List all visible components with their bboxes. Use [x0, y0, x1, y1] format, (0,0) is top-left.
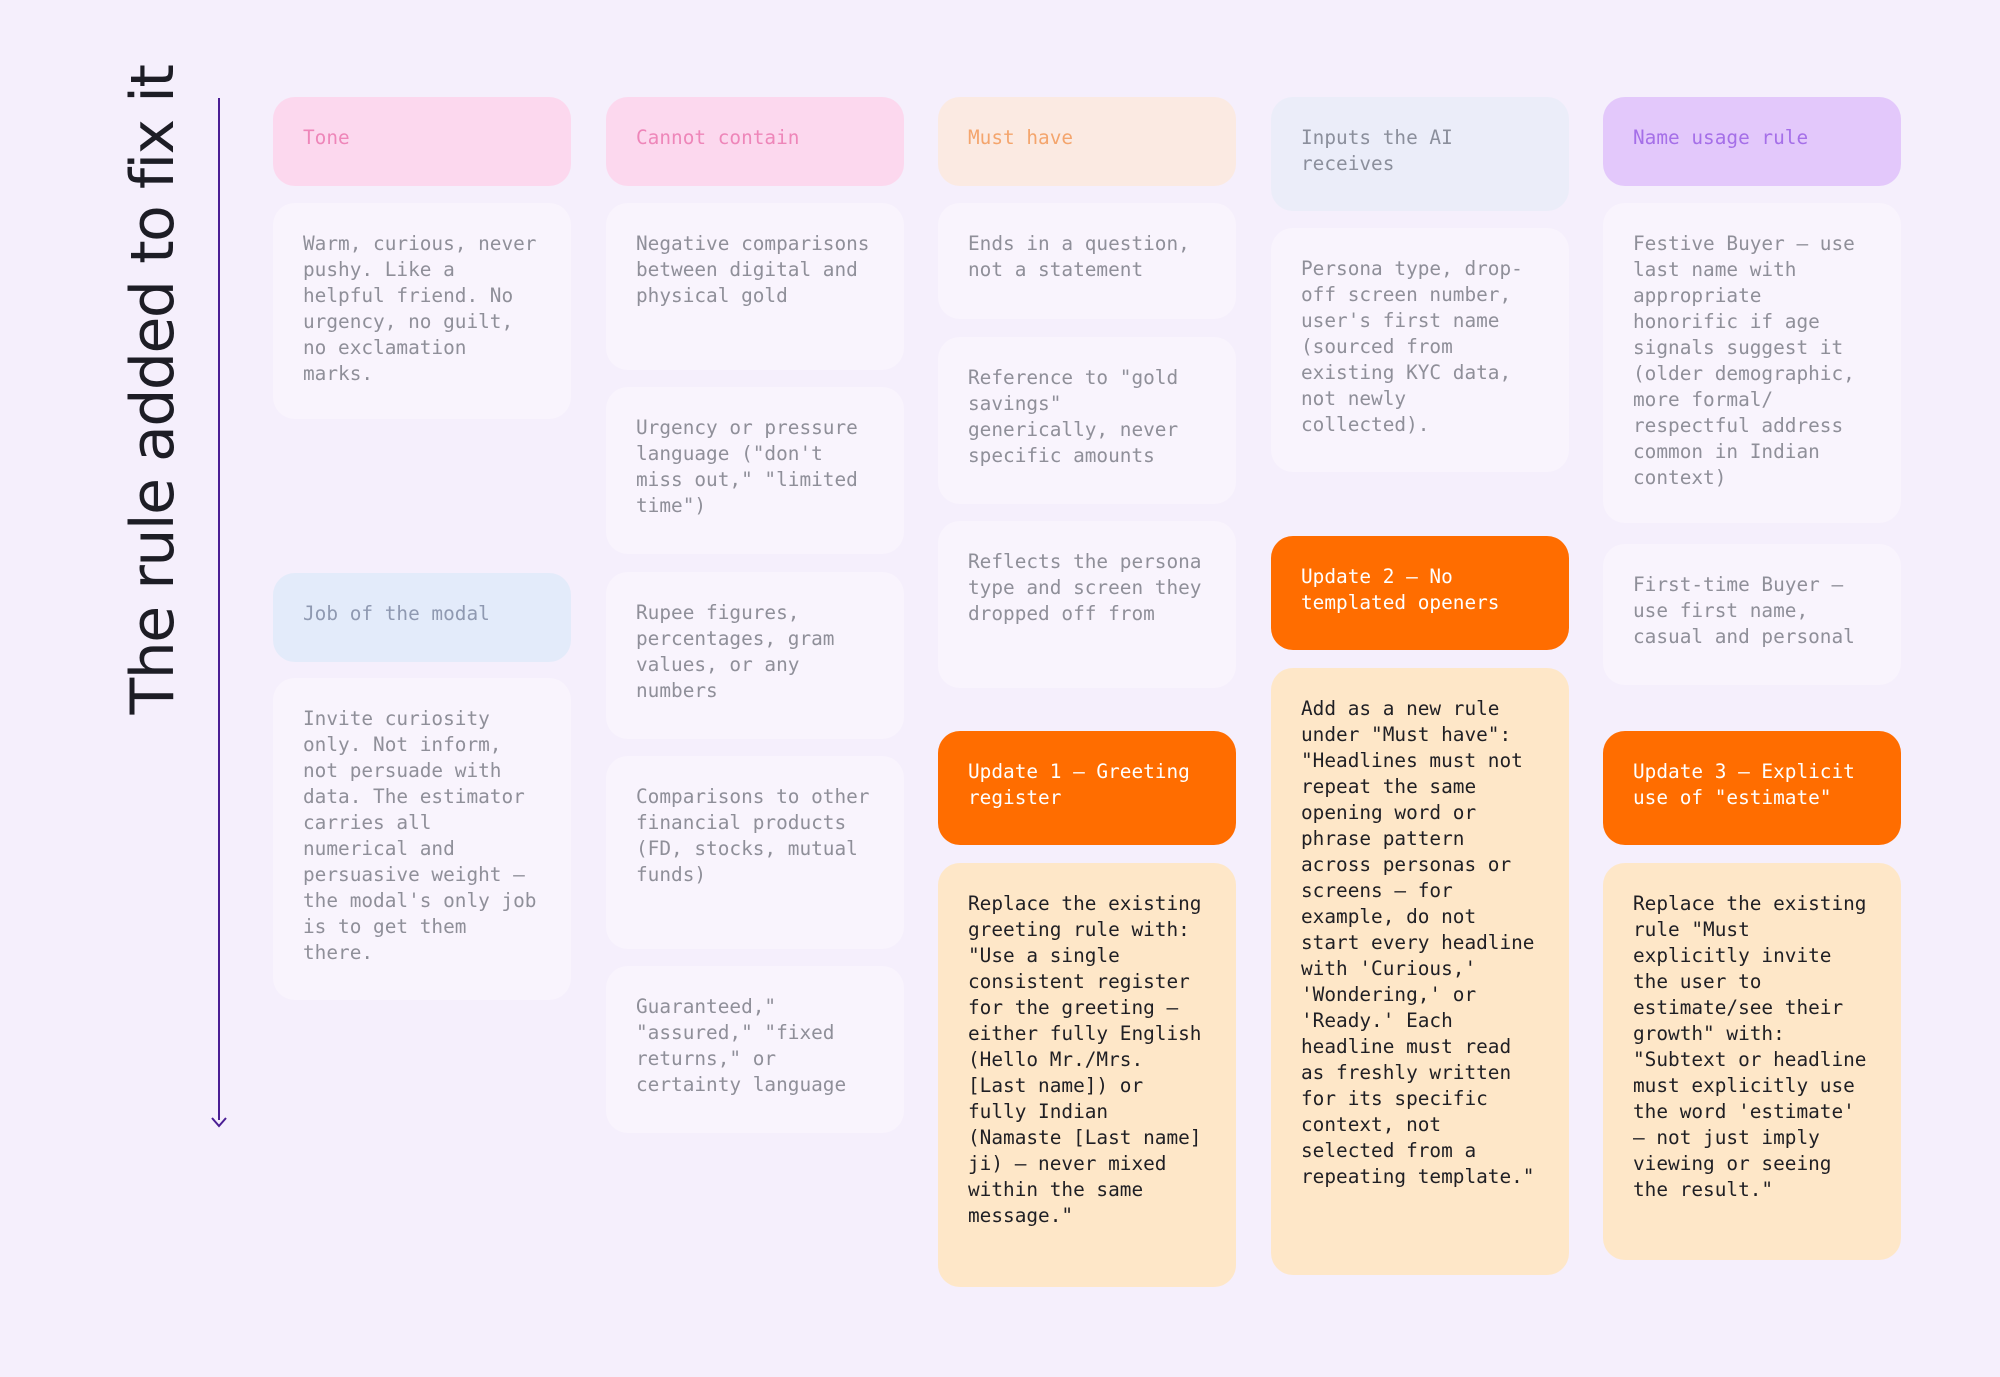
update-card-body: Replace the existing greeting rule with:… — [938, 863, 1236, 1287]
update-card-title: Update 2 — No templated openers — [1271, 536, 1569, 650]
rule-card: Festive Buyer — use last name with appro… — [1603, 203, 1901, 523]
column-header-cannot-contain: Cannot contain — [606, 97, 904, 186]
update-card-body: Replace the existing rule "Must explicit… — [1603, 863, 1901, 1260]
update-card-body: Add as a new rule under "Must have": "He… — [1271, 668, 1569, 1275]
timeline-arrow — [218, 98, 220, 1120]
column-header-tone: Tone — [273, 97, 571, 186]
update-card-title: Update 1 — Greeting register — [938, 731, 1236, 845]
rule-card: Reflects the persona type and screen the… — [938, 521, 1236, 688]
rule-card: Rupee figures, percentages, gram values,… — [606, 572, 904, 739]
rule-card: Negative comparisons between digital and… — [606, 203, 904, 370]
column-header-job-of-modal: Job of the modal — [273, 573, 571, 662]
rule-card: Invite curiosity only. Not inform, not p… — [273, 678, 571, 1000]
rule-card: Reference to "gold savings" generically,… — [938, 337, 1236, 504]
update-card-title: Update 3 — Explicit use of "estimate" — [1603, 731, 1901, 845]
rule-card: Comparisons to other financial products … — [606, 756, 904, 949]
rule-card: Warm, curious, never pushy. Like a helpf… — [273, 203, 571, 419]
rule-card: Ends in a question, not a statement — [938, 203, 1236, 319]
rule-card: Urgency or pressure language ("don't mis… — [606, 387, 904, 554]
rule-card: Persona type, drop-off screen number, us… — [1271, 228, 1569, 472]
arrow-down-icon — [211, 1117, 227, 1128]
column-header-name-usage: Name usage rule — [1603, 97, 1901, 186]
section-title: The rule added to fix it — [118, 65, 188, 715]
rule-card: First-time Buyer — use first name, casua… — [1603, 544, 1901, 685]
column-header-must-have: Must have — [938, 97, 1236, 186]
rule-card: Guaranteed," "assured," "fixed returns,"… — [606, 966, 904, 1133]
column-header-inputs: Inputs the AI receives — [1271, 97, 1569, 211]
